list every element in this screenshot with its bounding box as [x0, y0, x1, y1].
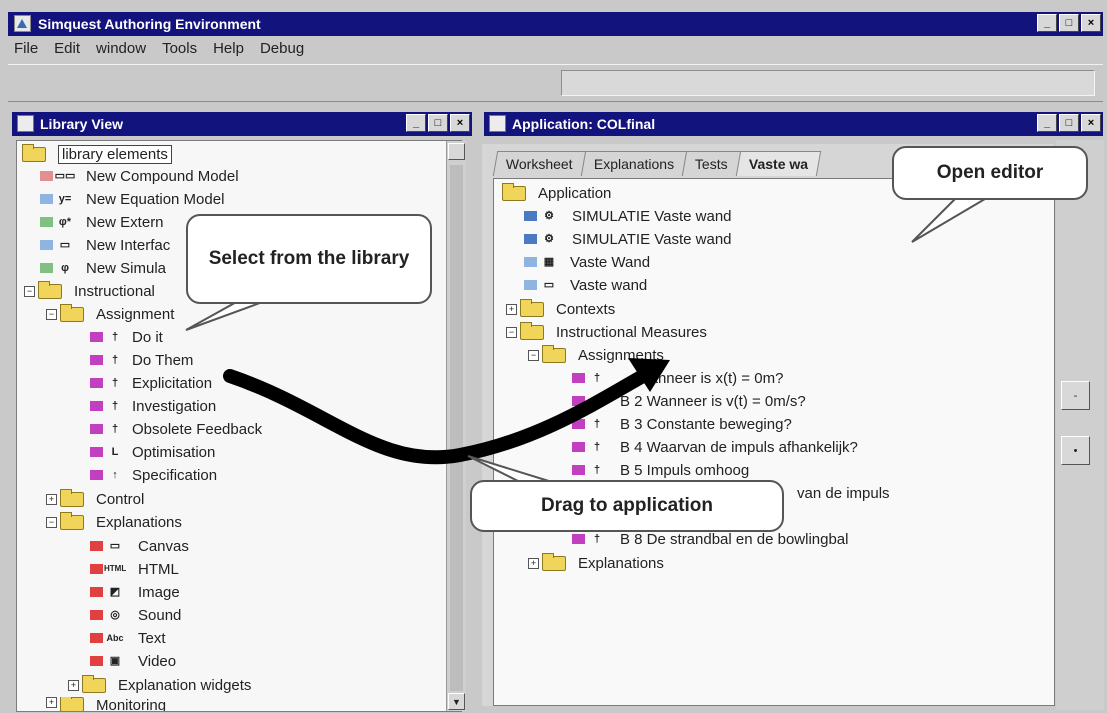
drag-callout-tail [467, 455, 553, 483]
open-callout-tail [911, 195, 994, 243]
select-callout-tail [185, 299, 269, 331]
callout-open-editor: Open editor [892, 146, 1088, 200]
callout-drag-to-application: Drag to application [470, 480, 784, 532]
drag-arrow [223, 365, 657, 465]
callout-select-from-library: Select from the library [186, 214, 432, 304]
annotation-overlay [185, 195, 994, 483]
